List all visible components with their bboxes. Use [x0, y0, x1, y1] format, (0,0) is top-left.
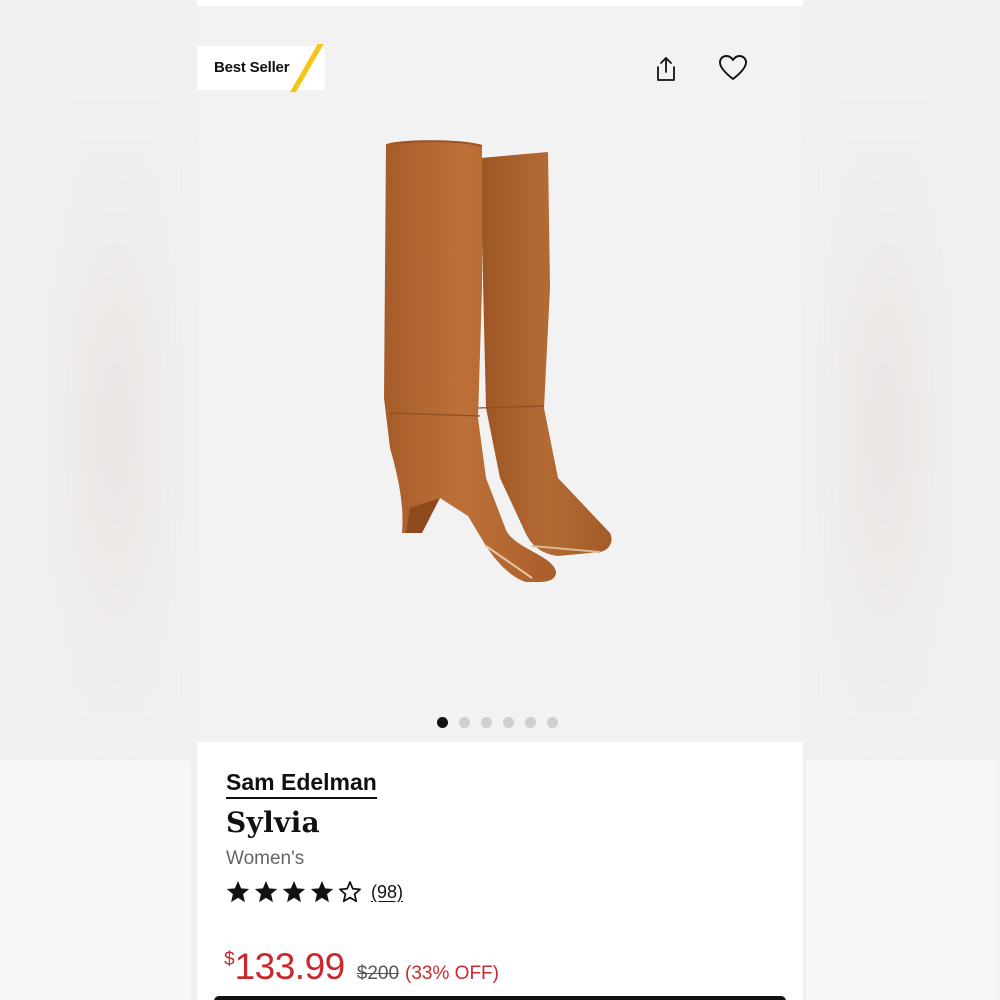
discount-label: (33% OFF)	[405, 963, 499, 984]
heart-icon	[719, 55, 747, 80]
product-gallery[interactable]: Best Seller	[197, 6, 803, 742]
background-panel-right	[806, 760, 996, 1000]
background-panel-left	[0, 760, 190, 1000]
product-image-boots[interactable]	[382, 138, 622, 583]
boot-right	[477, 152, 612, 556]
badge-accent-slash	[290, 44, 324, 92]
star-rating	[225, 879, 363, 905]
product-info: Sam Edelman Sylvia Women's (98) $ 133.99…	[197, 742, 803, 1000]
currency-symbol: $	[224, 949, 235, 970]
price-row: $ 133.99 $200 (33% OFF)	[224, 946, 499, 988]
brand-link[interactable]: Sam Edelman	[226, 769, 377, 799]
pagination-dot[interactable]	[503, 716, 514, 728]
best-seller-badge: Best Seller	[197, 44, 325, 92]
badge-label: Best Seller	[214, 59, 290, 76]
favorite-button[interactable]	[716, 51, 750, 85]
gallery-pagination[interactable]	[437, 716, 558, 728]
product-gender: Women's	[226, 848, 305, 869]
background-blur-left	[40, 120, 190, 740]
star-filled-icon	[282, 880, 306, 903]
pagination-dot[interactable]	[481, 716, 492, 728]
add-to-bag-bar[interactable]	[214, 996, 786, 1000]
pagination-dot[interactable]	[459, 716, 470, 728]
pagination-dot[interactable]	[547, 716, 558, 728]
star-filled-icon	[226, 880, 250, 903]
product-page: Best Seller Sam Edelman Sylvia Women's (…	[197, 0, 803, 1000]
share-button[interactable]	[649, 52, 683, 86]
rating-summary[interactable]: (98)	[225, 879, 403, 905]
share-icon	[657, 57, 675, 81]
original-price: $200	[356, 963, 400, 984]
star-filled-icon	[310, 880, 334, 903]
background-blur-right	[810, 120, 960, 740]
review-count-link[interactable]: (98)	[371, 882, 403, 903]
star-filled-icon	[254, 880, 278, 903]
product-name: Sylvia	[226, 806, 320, 839]
pagination-dot[interactable]	[525, 716, 536, 728]
pagination-dot-active[interactable]	[437, 716, 448, 728]
sale-price: 133.99	[234, 946, 346, 987]
star-empty-icon	[339, 881, 361, 903]
